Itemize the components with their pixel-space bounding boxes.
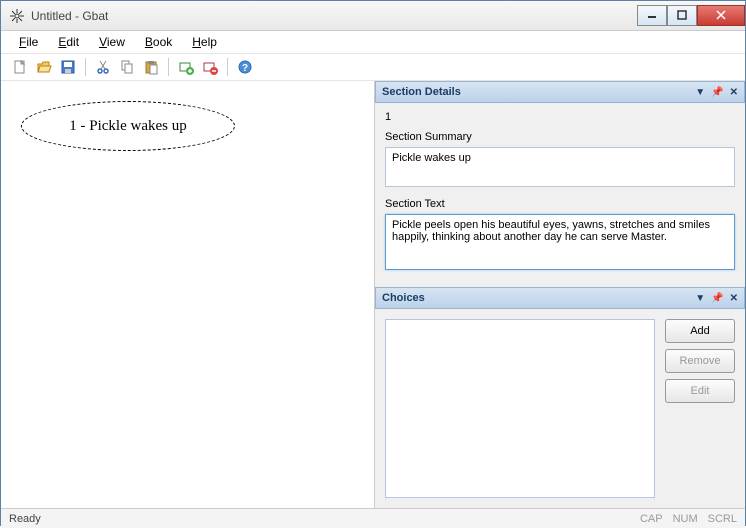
maximize-button[interactable] bbox=[667, 5, 697, 26]
window-controls bbox=[637, 6, 745, 26]
pin-icon[interactable]: 📌 bbox=[711, 87, 723, 98]
section-text-input[interactable] bbox=[385, 214, 735, 270]
menu-book[interactable]: Book bbox=[137, 33, 180, 51]
main-area: 1 - Pickle wakes up Section Details ▼ 📌 … bbox=[1, 81, 745, 508]
section-node[interactable]: 1 - Pickle wakes up bbox=[21, 101, 235, 151]
menu-help[interactable]: Help bbox=[184, 33, 225, 51]
close-button[interactable] bbox=[697, 5, 745, 26]
choices-title: Choices bbox=[382, 292, 425, 304]
add-node-icon[interactable] bbox=[175, 56, 197, 78]
section-node-label: 1 - Pickle wakes up bbox=[69, 118, 186, 135]
pin-icon[interactable]: 📌 bbox=[711, 293, 723, 304]
app-icon bbox=[9, 8, 25, 24]
choices-header: Choices ▼ 📌 ✕ bbox=[375, 287, 745, 309]
statusbar: Ready CAP NUM SCRL bbox=[1, 508, 745, 528]
close-panel-icon[interactable]: ✕ bbox=[730, 87, 738, 98]
minimize-button[interactable] bbox=[637, 5, 667, 26]
text-label: Section Text bbox=[385, 198, 735, 210]
summary-input[interactable] bbox=[385, 147, 735, 187]
summary-label: Section Summary bbox=[385, 131, 735, 143]
canvas[interactable]: 1 - Pickle wakes up bbox=[1, 81, 375, 508]
dropdown-icon[interactable]: ▼ bbox=[695, 293, 705, 304]
new-file-icon[interactable] bbox=[9, 56, 31, 78]
toolbar-separator bbox=[85, 58, 86, 76]
open-file-icon[interactable] bbox=[33, 56, 55, 78]
menu-edit[interactable]: Edit bbox=[50, 33, 87, 51]
svg-text:?: ? bbox=[242, 63, 248, 74]
choices-list[interactable] bbox=[385, 319, 655, 498]
status-scrl: SCRL bbox=[708, 513, 737, 525]
status-ready: Ready bbox=[9, 513, 41, 525]
save-icon[interactable] bbox=[57, 56, 79, 78]
remove-button[interactable]: Remove bbox=[665, 349, 735, 373]
section-details-header: Section Details ▼ 📌 ✕ bbox=[375, 81, 745, 103]
toolbar-separator bbox=[227, 58, 228, 76]
section-number: 1 bbox=[385, 111, 735, 123]
remove-node-icon[interactable] bbox=[199, 56, 221, 78]
add-button[interactable]: Add bbox=[665, 319, 735, 343]
section-details-body: 1 Section Summary Section Text bbox=[375, 103, 745, 281]
dropdown-icon[interactable]: ▼ bbox=[695, 87, 705, 98]
choices-buttons: Add Remove Edit bbox=[665, 319, 735, 498]
paste-icon[interactable] bbox=[140, 56, 162, 78]
menu-view[interactable]: View bbox=[91, 33, 133, 51]
menu-file[interactable]: File bbox=[11, 33, 46, 51]
menubar: File Edit View Book Help bbox=[1, 31, 745, 53]
copy-icon[interactable] bbox=[116, 56, 138, 78]
status-cap: CAP bbox=[640, 513, 663, 525]
close-panel-icon[interactable]: ✕ bbox=[730, 293, 738, 304]
right-panel: Section Details ▼ 📌 ✕ 1 Section Summary … bbox=[375, 81, 745, 508]
cut-icon[interactable] bbox=[92, 56, 114, 78]
choices-body: Add Remove Edit bbox=[375, 309, 745, 508]
window-title: Untitled - Gbat bbox=[31, 9, 108, 23]
section-details-title: Section Details bbox=[382, 86, 461, 98]
status-num: NUM bbox=[673, 513, 698, 525]
toolbar-separator bbox=[168, 58, 169, 76]
help-icon[interactable]: ? bbox=[234, 56, 256, 78]
toolbar: ? bbox=[1, 53, 745, 81]
edit-button[interactable]: Edit bbox=[665, 379, 735, 403]
titlebar: Untitled - Gbat bbox=[1, 1, 745, 31]
